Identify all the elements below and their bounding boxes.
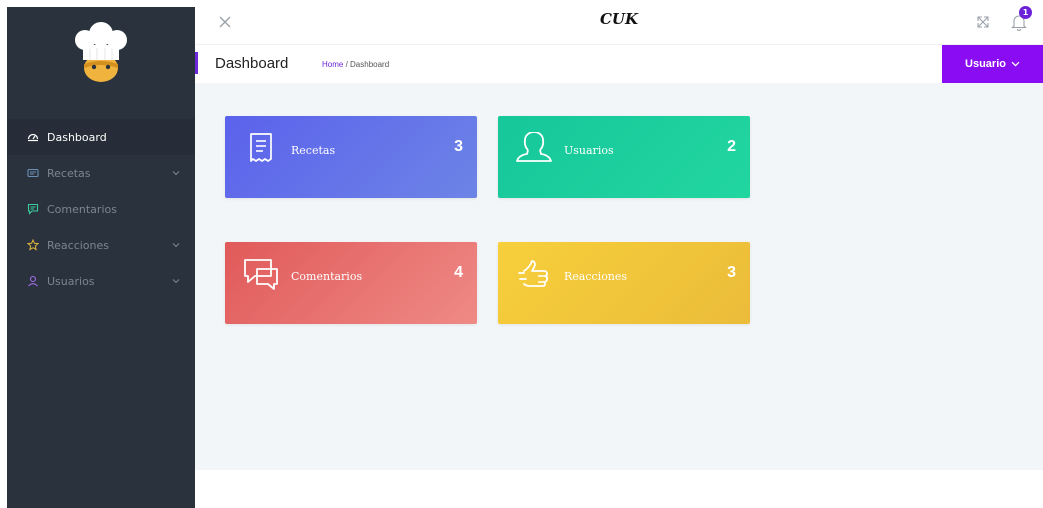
page-header: Dashboard Home / Dashboard Usuario: [195, 45, 1043, 83]
user-icon: [27, 275, 39, 287]
fullscreen-icon[interactable]: [975, 14, 991, 30]
stat-card-label: Comentarios: [291, 270, 363, 283]
top-bar: CUK 1: [195, 0, 1043, 45]
brand-title: CUK: [599, 10, 639, 28]
card-icon: [27, 167, 39, 179]
user-menu-label: Usuario: [965, 58, 1006, 70]
sidebar-item-reacciones[interactable]: Reacciones: [7, 227, 195, 263]
sidebar-item-label: Usuarios: [47, 274, 95, 288]
stat-card-value: 3: [454, 138, 463, 155]
dashboard-icon: [27, 131, 39, 143]
stat-card-value: 2: [727, 138, 736, 155]
app: Dashboard Recetas Comentarios Reacciones…: [0, 0, 1043, 508]
dashboard-content: Recetas 3 Usuarios 2 Comentarios 4 Reacc…: [195, 83, 1043, 470]
breadcrumb-separator: /: [343, 60, 351, 69]
receipt-icon: [241, 128, 281, 168]
stat-card-comentarios[interactable]: Comentarios 4: [225, 242, 477, 324]
chef-hat-icon: [75, 22, 127, 82]
chef-logo[interactable]: [7, 7, 195, 95]
stat-card-value: 4: [454, 264, 463, 281]
stat-card-label: Reacciones: [564, 270, 628, 283]
chat-icon: [27, 203, 39, 215]
sidebar-item-dashboard[interactable]: Dashboard: [7, 119, 195, 155]
sidebar-item-label: Comentarios: [47, 202, 117, 216]
sidebar-item-usuarios[interactable]: Usuarios: [7, 263, 195, 299]
notification-badge: 1: [1019, 6, 1032, 19]
title-accent-bar: [195, 52, 198, 74]
stat-card-label: Usuarios: [564, 144, 614, 157]
user-menu-button[interactable]: Usuario: [942, 45, 1043, 83]
stat-card-recetas[interactable]: Recetas 3: [225, 116, 477, 198]
breadcrumb: Home / Dashboard: [322, 60, 389, 69]
breadcrumb-current: Dashboard: [350, 60, 390, 69]
chevron-down-icon: [1011, 58, 1020, 70]
sidebar-item-label: Dashboard: [47, 130, 107, 144]
stat-card-usuarios[interactable]: Usuarios 2: [498, 116, 750, 198]
sidebar-item-label: Recetas: [47, 166, 91, 180]
stat-card-reacciones[interactable]: Reacciones 3: [498, 242, 750, 324]
thumbs-up-icon: [514, 254, 554, 294]
star-icon: [27, 239, 39, 251]
chevron-down-icon: [171, 168, 181, 178]
page-title: Dashboard: [215, 55, 289, 72]
chevron-down-icon: [171, 240, 181, 250]
stat-card-label: Recetas: [291, 144, 336, 157]
close-icon[interactable]: [217, 14, 233, 30]
sidebar-item-comentarios[interactable]: Comentarios: [7, 191, 195, 227]
chat-bubbles-icon: [241, 254, 281, 294]
sidebar-item-label: Reacciones: [47, 238, 110, 252]
stat-card-value: 3: [727, 264, 736, 281]
sidebar-nav: Dashboard Recetas Comentarios Reacciones…: [7, 119, 195, 299]
sidebar-item-recetas[interactable]: Recetas: [7, 155, 195, 191]
chevron-down-icon: [171, 276, 181, 286]
breadcrumb-home-link[interactable]: Home: [322, 60, 343, 69]
sidebar: Dashboard Recetas Comentarios Reacciones…: [7, 7, 195, 508]
user-icon: [514, 128, 554, 168]
